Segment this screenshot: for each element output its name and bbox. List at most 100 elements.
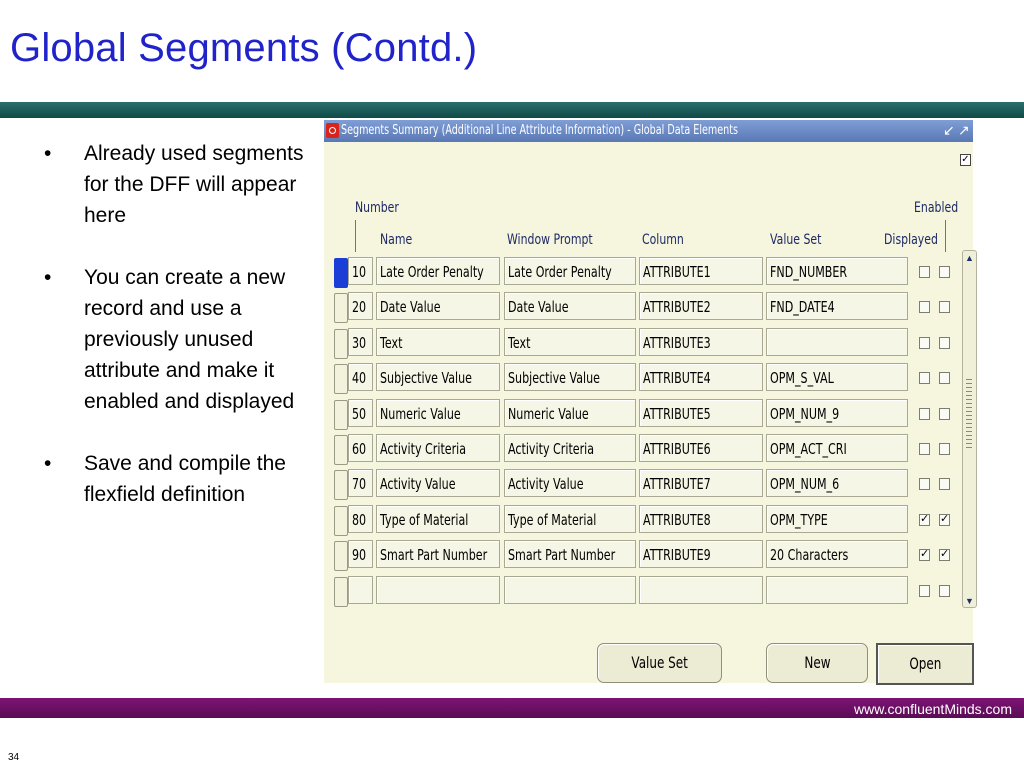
window-prompt-field[interactable]: Activity Criteria <box>504 434 636 462</box>
vertical-scrollbar[interactable]: ▲ ▼ <box>962 250 977 608</box>
value-set-field[interactable]: OPM_NUM_9 <box>766 398 908 427</box>
row-indicator[interactable] <box>334 435 348 465</box>
row-indicator[interactable] <box>334 505 348 536</box>
value-set-button[interactable]: Value Set <box>597 643 722 683</box>
window-prompt-field[interactable] <box>504 575 636 604</box>
column-field[interactable] <box>639 575 763 604</box>
number-field[interactable]: 20 <box>348 292 373 321</box>
name-field[interactable]: Smart Part Number <box>376 540 500 569</box>
displayed-checkbox[interactable] <box>939 478 950 491</box>
column-field[interactable]: ATTRIBUTE3 <box>639 327 763 356</box>
name-field[interactable]: Date Value <box>376 292 500 321</box>
name-field[interactable]: Subjective Value <box>376 363 500 392</box>
row-indicator[interactable] <box>334 258 348 288</box>
name-field[interactable]: Text <box>376 327 500 356</box>
displayed-checkbox[interactable] <box>939 336 950 349</box>
row-indicator[interactable] <box>334 541 348 572</box>
scroll-down-icon[interactable]: ▼ <box>964 596 975 606</box>
enabled-checkbox[interactable] <box>919 443 930 455</box>
column-field[interactable]: ATTRIBUTE6 <box>639 434 763 462</box>
number-field-value: 20 <box>352 298 367 317</box>
name-field[interactable]: Type of Material <box>376 504 500 533</box>
column-field[interactable]: ATTRIBUTE7 <box>639 469 763 498</box>
name-field[interactable]: Activity Value <box>376 469 500 498</box>
row-indicator[interactable] <box>334 470 348 501</box>
window-prompt-field[interactable]: Subjective Value <box>504 363 636 392</box>
enabled-checkbox[interactable] <box>919 478 930 491</box>
number-field[interactable]: 10 <box>348 257 373 285</box>
value-set-field[interactable]: OPM_S_VAL <box>766 363 908 392</box>
value-set-field[interactable]: 20 Characters <box>766 540 908 569</box>
scroll-grip[interactable] <box>966 379 972 449</box>
enabled-checkbox[interactable] <box>919 301 930 314</box>
name-field[interactable] <box>376 575 500 604</box>
column-field[interactable]: ATTRIBUTE1 <box>639 257 763 285</box>
segments-summary-window: Segments Summary (Additional Line Attrib… <box>324 120 977 685</box>
value-set-field-value: OPM_ACT_CRI <box>770 440 847 458</box>
number-field[interactable]: 40 <box>348 363 373 392</box>
enabled-checkbox[interactable] <box>919 266 930 278</box>
window-prompt-field[interactable]: Late Order Penalty <box>504 257 636 285</box>
enabled-checkbox[interactable] <box>919 336 930 349</box>
number-field-value: 90 <box>352 546 367 565</box>
value-set-field[interactable]: FND_NUMBER <box>766 257 908 285</box>
maximize-icon[interactable]: ↗ <box>958 122 970 139</box>
value-set-field[interactable]: OPM_ACT_CRI <box>766 434 908 462</box>
row-indicator[interactable] <box>334 576 348 607</box>
name-field-value: Smart Part Number <box>380 546 488 565</box>
window-prompt-field[interactable]: Numeric Value <box>504 398 636 427</box>
scroll-up-icon[interactable]: ▲ <box>964 253 975 263</box>
name-field[interactable]: Numeric Value <box>376 398 500 427</box>
column-field[interactable]: ATTRIBUTE5 <box>639 398 763 427</box>
window-prompt-field[interactable]: Activity Value <box>504 469 636 498</box>
value-set-field[interactable]: OPM_NUM_6 <box>766 469 908 498</box>
number-field[interactable]: 50 <box>348 398 373 427</box>
new-button[interactable]: New <box>766 643 868 683</box>
number-field[interactable]: 80 <box>348 504 373 533</box>
number-field[interactable]: 30 <box>348 327 373 356</box>
value-set-field[interactable]: FND_DATE4 <box>766 292 908 321</box>
window-prompt-field[interactable]: Type of Material <box>504 504 636 533</box>
number-field[interactable]: 70 <box>348 469 373 498</box>
displayed-checkbox[interactable]: ✓ <box>939 549 950 562</box>
name-field[interactable]: Late Order Penalty <box>376 257 500 285</box>
column-field[interactable]: ATTRIBUTE2 <box>639 292 763 321</box>
enabled-checkbox[interactable] <box>919 584 930 597</box>
number-field[interactable] <box>348 575 373 604</box>
window-prompt-field[interactable]: Date Value <box>504 292 636 321</box>
displayed-checkbox[interactable] <box>939 301 950 314</box>
minimize-icon[interactable]: ↙ <box>943 122 955 139</box>
number-field[interactable]: 90 <box>348 540 373 569</box>
value-set-field[interactable]: OPM_TYPE <box>766 504 908 533</box>
open-button[interactable]: Open <box>876 643 974 685</box>
row-indicator[interactable] <box>334 328 348 359</box>
window-prompt-field[interactable]: Text <box>504 327 636 356</box>
enabled-checkbox[interactable] <box>919 407 930 420</box>
column-field[interactable]: ATTRIBUTE9 <box>639 540 763 569</box>
value-set-field[interactable] <box>766 327 908 356</box>
name-field[interactable]: Activity Criteria <box>376 434 500 462</box>
displayed-checkbox[interactable] <box>939 443 950 455</box>
row-indicator[interactable] <box>334 399 348 430</box>
header-checkbox[interactable]: ✓ <box>960 154 971 166</box>
column-field-value: ATTRIBUTE4 <box>643 369 711 388</box>
window-title-bar[interactable]: Segments Summary (Additional Line Attrib… <box>324 120 973 142</box>
slide-title: Global Segments (Contd.) <box>10 26 478 70</box>
page-number: 34 <box>8 752 20 763</box>
row-indicator[interactable] <box>334 364 348 395</box>
displayed-checkbox[interactable]: ✓ <box>939 513 950 526</box>
column-field[interactable]: ATTRIBUTE8 <box>639 504 763 533</box>
window-prompt-field[interactable]: Smart Part Number <box>504 540 636 569</box>
displayed-checkbox[interactable] <box>939 266 950 278</box>
value-set-field[interactable] <box>766 575 908 604</box>
enabled-checkbox[interactable] <box>919 372 930 385</box>
window-prompt-field-value: Late Order Penalty <box>508 263 612 281</box>
enabled-checkbox[interactable]: ✓ <box>919 513 930 526</box>
row-indicator[interactable] <box>334 293 348 324</box>
column-field[interactable]: ATTRIBUTE4 <box>639 363 763 392</box>
displayed-checkbox[interactable] <box>939 584 950 597</box>
number-field[interactable]: 60 <box>348 434 373 462</box>
enabled-checkbox[interactable]: ✓ <box>919 549 930 562</box>
displayed-checkbox[interactable] <box>939 372 950 385</box>
displayed-checkbox[interactable] <box>939 407 950 420</box>
